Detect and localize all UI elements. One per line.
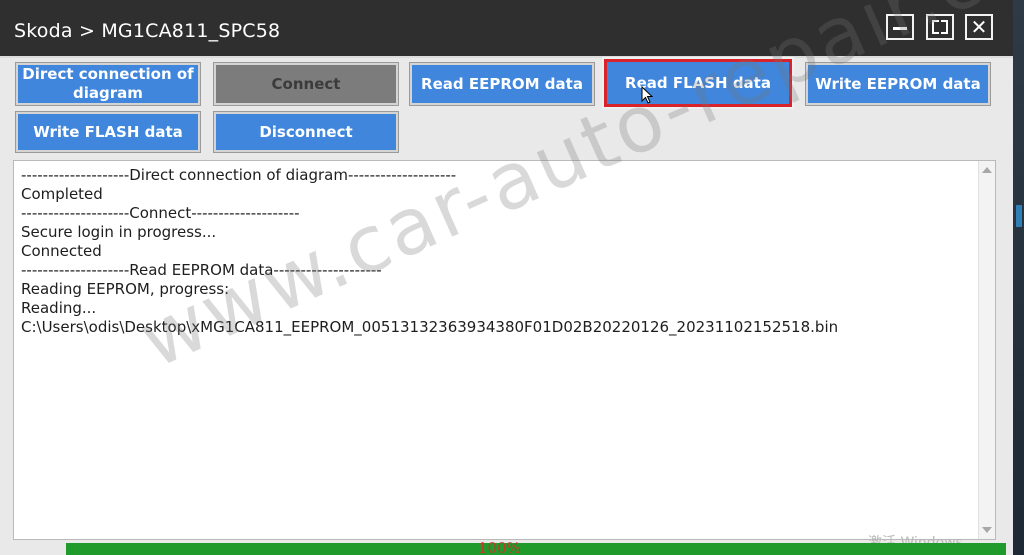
disconnect-button[interactable]: Disconnect: [213, 111, 399, 153]
close-icon: ✕: [970, 15, 988, 39]
progress-fill: [66, 543, 1006, 555]
connect-button[interactable]: Connect: [213, 62, 399, 106]
log-line: Connected: [21, 242, 102, 260]
minimize-button[interactable]: [886, 14, 914, 40]
maximize-button[interactable]: [926, 14, 954, 40]
read-eeprom-button[interactable]: Read EEPROM data: [409, 62, 595, 106]
minimize-icon: [893, 26, 907, 30]
window-title: Skoda > MG1CA811_SPC58: [14, 20, 281, 42]
progress-bar: [66, 543, 1006, 555]
direct-connection-button[interactable]: Direct connection of diagram: [15, 62, 201, 106]
desktop-stripe: [1016, 205, 1022, 227]
mouse-cursor-icon: [641, 86, 653, 104]
maximize-icon: [932, 20, 948, 34]
log-line: --------------------Direct connection of…: [21, 166, 457, 184]
write-eeprom-button[interactable]: Write EEPROM data: [805, 62, 991, 106]
title-bar[interactable]: Skoda > MG1CA811_SPC58 ✕: [0, 0, 1013, 58]
log-line: --------------------Read EEPROM data----…: [21, 261, 382, 279]
log-line: Completed: [21, 185, 103, 203]
log-lines: --------------------Direct connection of…: [21, 166, 973, 337]
scroll-up-icon[interactable]: [982, 167, 992, 173]
log-scrollbar[interactable]: [978, 161, 995, 539]
log-line: C:\Users\odis\Desktop\xMG1CA811_EEPROM_0…: [21, 318, 839, 336]
output-log[interactable]: --------------------Direct connection of…: [13, 160, 996, 540]
scroll-down-icon[interactable]: [982, 527, 992, 533]
log-line: Reading...: [21, 299, 97, 317]
progress-label: 100%: [478, 539, 521, 555]
log-line: Reading EEPROM, progress:: [21, 280, 230, 298]
log-line: --------------------Connect-------------…: [21, 204, 300, 222]
write-flash-button[interactable]: Write FLASH data: [15, 111, 201, 153]
close-button[interactable]: ✕: [965, 14, 993, 40]
desktop-edge: [1013, 0, 1024, 555]
log-line: Secure login in progress...: [21, 223, 217, 241]
app-window: Skoda > MG1CA811_SPC58 ✕ Direct connecti…: [0, 0, 1013, 555]
read-flash-button[interactable]: Read FLASH data: [602, 57, 794, 109]
